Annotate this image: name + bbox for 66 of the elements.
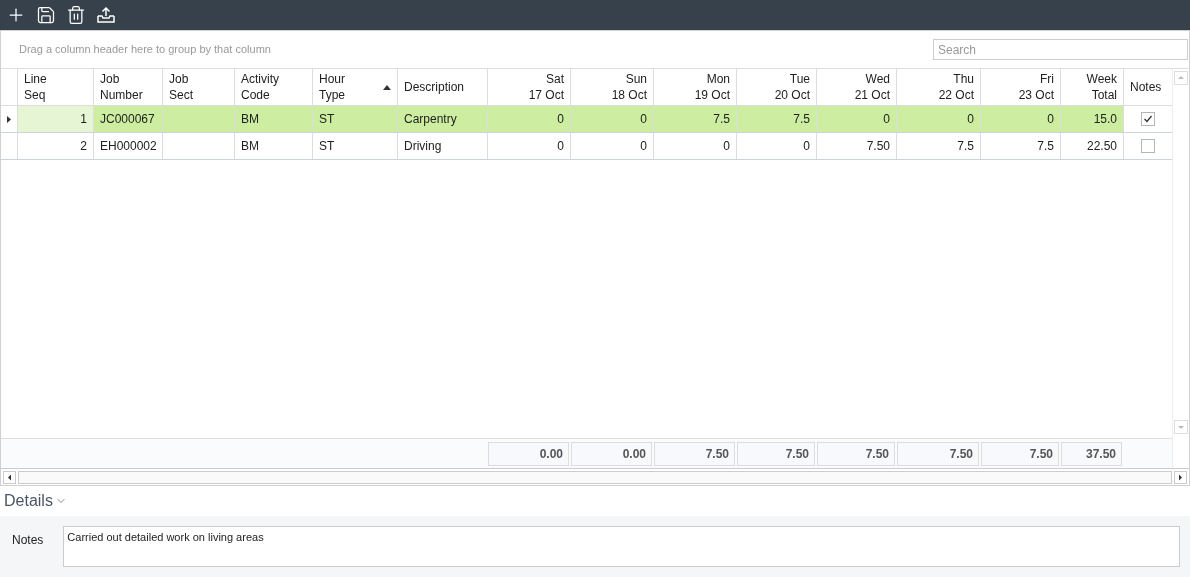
table-cell-text: 0 (640, 138, 647, 155)
column-header[interactable]: Sat 17 Oct (487, 69, 570, 105)
scrollbar-thumb[interactable] (18, 470, 1172, 484)
table-cell-text: EH000002 (100, 138, 157, 155)
table-cell-text: 0 (967, 111, 974, 128)
table-cell-text: 7.5 (1037, 138, 1054, 155)
table-cell-text: 7.5 (793, 111, 810, 128)
horizontal-scrollbar[interactable] (1, 468, 1189, 485)
table-cell-text: 0 (640, 111, 647, 128)
table-cell-text: BM (241, 111, 259, 128)
column-header[interactable]: Fri 23 Oct (980, 69, 1060, 105)
column-header[interactable]: Job Sect (162, 69, 234, 105)
column-header[interactable]: Notes (1123, 69, 1172, 105)
column-header[interactable]: Job Number (93, 69, 162, 105)
column-total: 7.50 (817, 441, 895, 466)
table-cell-text: Carpentry (404, 111, 457, 128)
delete-icon[interactable] (66, 5, 86, 25)
search-field[interactable]: Search (933, 39, 1188, 60)
column-header[interactable]: Mon 19 Oct (653, 69, 736, 105)
table-cell-text: 0 (1047, 111, 1054, 128)
upload-tray-icon[interactable] (96, 5, 116, 25)
column-total: 7.50 (654, 441, 735, 466)
column-header[interactable]: Activity Code (234, 69, 312, 105)
column-header[interactable]: Tue 20 Oct (736, 69, 816, 105)
table-cell-text: 0 (557, 111, 564, 128)
table-cell-text: 1 (80, 111, 87, 128)
table-cell-text: ST (319, 138, 335, 155)
notes-label: Notes (12, 532, 44, 549)
scroll-left-icon[interactable] (3, 470, 16, 484)
table-cell-text: BM (241, 138, 259, 155)
table-cell-text: Driving (404, 138, 442, 155)
column-header[interactable]: Hour Type (312, 69, 397, 105)
column-header[interactable]: Sun 18 Oct (570, 69, 653, 105)
details-title[interactable]: Details (4, 489, 53, 513)
table-cell-text: 0 (883, 111, 890, 128)
notes-checkbox[interactable] (1141, 112, 1155, 126)
column-total: 7.50 (737, 441, 815, 466)
table-cell-text: 0 (557, 138, 564, 155)
column-total: 0.00 (571, 441, 652, 466)
column-header[interactable]: Line Seq (17, 69, 93, 105)
save-icon[interactable] (36, 5, 56, 25)
table-cell-text: 22.50 (1086, 138, 1117, 155)
table-cell-text: 7.50 (866, 138, 890, 155)
table-cell-text: 7.5 (957, 138, 974, 155)
table-cell-text: ST (319, 111, 335, 128)
column-header[interactable]: Week Total (1060, 69, 1123, 105)
table-cell-text: 0 (723, 138, 730, 155)
group-panel-hint: Drag a column header here to group by that column (19, 42, 271, 58)
notes-checkbox[interactable] (1141, 139, 1155, 153)
current-row-icon (7, 115, 11, 123)
table-row[interactable]: 2 EH000002 BM ST Driving 0 0 0 0 7.50 7.5 7.5 22.50 (1, 133, 1172, 160)
column-header[interactable]: Description (397, 69, 487, 105)
table-cell-text: 15.0 (1093, 111, 1117, 128)
table-row[interactable]: 1 JC000067 BM ST Carpentry 0 0 7.5 7.5 0 0 0 15.0 (1, 106, 1172, 133)
column-header[interactable]: Thu 22 Oct (896, 69, 980, 105)
column-header[interactable]: Wed 21 Oct (816, 69, 896, 105)
table-cell-text: 2 (80, 138, 87, 155)
notes-field[interactable]: Carried out detailed work on living areas (63, 526, 1180, 567)
column-total: 7.50 (981, 441, 1059, 466)
column-total: 0.00 (488, 441, 569, 466)
scroll-right-icon[interactable] (1174, 470, 1187, 484)
column-total: 7.50 (897, 441, 979, 466)
table-cell-text: 0 (803, 138, 810, 155)
table-cell-text: 7.5 (713, 111, 730, 128)
column-total: 37.50 (1061, 441, 1122, 466)
table-cell-text: JC000067 (100, 111, 155, 128)
